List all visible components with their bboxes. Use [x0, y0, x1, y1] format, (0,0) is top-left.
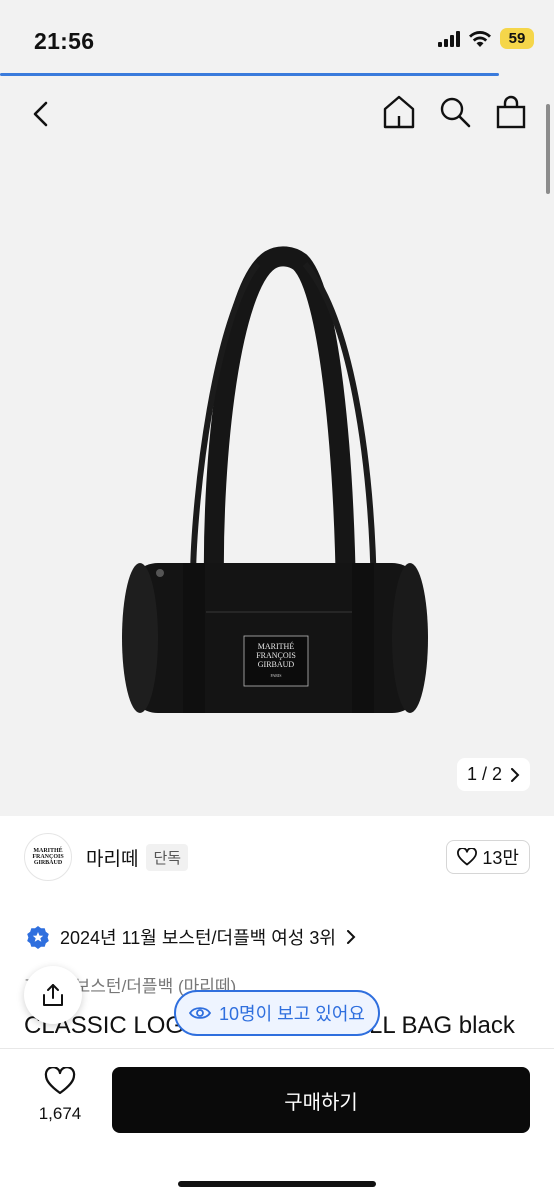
- brand-row: MARITHÉ FRANÇOIS GIRBAUD 마리떼 단독 13만: [24, 832, 530, 882]
- heart-icon: [457, 848, 478, 866]
- home-icon: [383, 95, 415, 129]
- brand-logo-avatar[interactable]: MARITHÉ FRANÇOIS GIRBAUD: [24, 833, 72, 881]
- brand-like-button[interactable]: 13만: [446, 840, 530, 874]
- status-bar: 21:56 59: [0, 0, 554, 76]
- product-label-line-1: MARITHÉ: [258, 641, 295, 651]
- bottom-purchase-bar: 1,674 구매하기: [0, 1048, 554, 1200]
- viewers-text: 10명이 보고 있어요: [219, 1004, 365, 1024]
- chevron-right-icon: [346, 930, 356, 944]
- buy-button[interactable]: 구매하기: [112, 1067, 530, 1133]
- wifi-icon: [469, 30, 491, 47]
- heart-icon: [44, 1066, 76, 1095]
- page-indicator-text: 1 / 2: [466, 764, 502, 784]
- image-page-indicator[interactable]: 1 / 2: [456, 758, 530, 791]
- product-image: MARITHÉ FRANÇOIS GIRBAUD PARIS: [122, 246, 428, 713]
- product-label-line-3: GIRBAUD: [258, 660, 295, 669]
- back-button[interactable]: [26, 98, 58, 130]
- ranking-text: 2024년 11월 보스턴/더플백 여성 3위: [60, 928, 336, 948]
- exclusive-badge: 단독: [146, 843, 189, 871]
- scrollbar[interactable]: [546, 104, 550, 194]
- brand-name[interactable]: 마리떼: [86, 844, 138, 871]
- viewers-count-pill: 10명이 보고 있어요: [174, 990, 380, 1036]
- top-nav-actions: [382, 94, 528, 130]
- product-image-carousel[interactable]: MARITHÉ FRANÇOIS GIRBAUD PARIS 1 / 2: [0, 76, 554, 816]
- brand-like-count: 13만: [482, 848, 519, 868]
- wishlist-button[interactable]: 1,674: [30, 1066, 90, 1124]
- home-indicator: [178, 1181, 376, 1187]
- eye-icon: [189, 1007, 212, 1019]
- product-label-line-2: FRANÇOIS: [256, 651, 296, 660]
- share-button[interactable]: [24, 966, 82, 1024]
- chevron-right-icon: [511, 767, 520, 782]
- brand-logo-mark: MARITHÉ FRANÇOIS GIRBAUD: [32, 848, 64, 866]
- wishlist-count: 1,674: [38, 1104, 82, 1123]
- ranking-badge-icon: [27, 926, 49, 949]
- status-icons: 59: [438, 28, 534, 49]
- ranking-link[interactable]: 2024년 11월 보스턴/더플백 여성 3위: [26, 924, 356, 950]
- home-button[interactable]: [382, 94, 416, 130]
- shopping-bag-icon: [496, 95, 526, 129]
- signal-icon: [438, 30, 460, 47]
- share-icon: [43, 984, 63, 1006]
- product-label-line-4: PARIS: [271, 673, 282, 678]
- battery-indicator: 59: [500, 28, 534, 49]
- back-arrow-icon: [33, 101, 48, 127]
- search-icon: [440, 97, 471, 128]
- cart-button[interactable]: [494, 94, 528, 130]
- search-button[interactable]: [438, 94, 472, 130]
- status-time: 21:56: [34, 28, 95, 54]
